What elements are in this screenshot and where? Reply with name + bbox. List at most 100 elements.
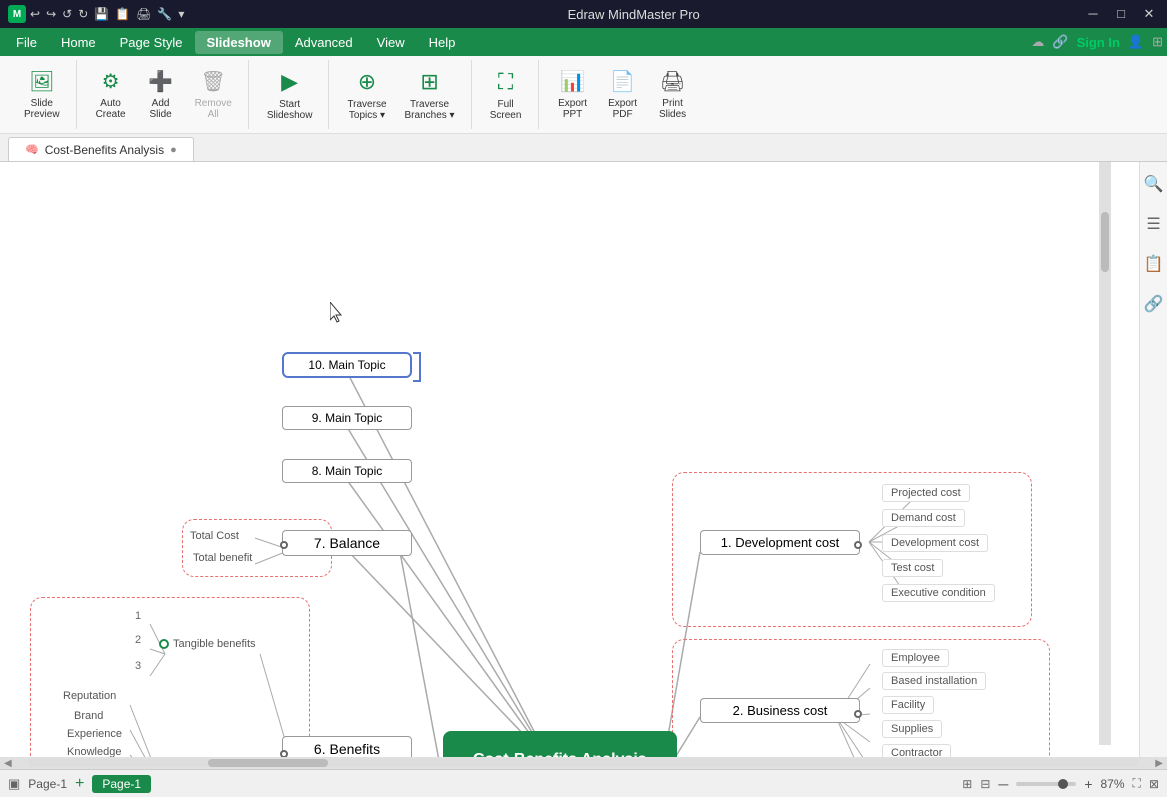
menu-view[interactable]: View <box>365 31 417 54</box>
settings-icon[interactable]: 🔧 <box>157 7 172 21</box>
benefits-left-connector <box>280 750 288 757</box>
scroll-right-button[interactable]: ▶ <box>1151 758 1167 769</box>
dropdown-icon[interactable]: ▾ <box>178 7 184 21</box>
forward-icon[interactable]: ↻ <box>78 7 88 21</box>
business-cost-node[interactable]: 2. Business cost <box>700 698 860 723</box>
central-node[interactable]: Cost-Benefits Analysis <box>443 731 677 757</box>
dev-cost-right-connector <box>854 541 862 549</box>
app-logo: M <box>8 5 26 23</box>
reputation-label: Reputation <box>63 690 116 702</box>
menu-page-style[interactable]: Page Style <box>108 31 195 54</box>
zoom-out-button[interactable]: ─ <box>998 776 1008 792</box>
undo-icon[interactable]: ↩ <box>30 7 40 21</box>
zoom-thumb[interactable] <box>1058 779 1068 789</box>
save-icon[interactable]: 💾 <box>94 7 109 21</box>
tab-bar: 🧠 Cost-Benefits Analysis ● <box>0 134 1167 162</box>
redo-icon[interactable]: ↪ <box>46 7 56 21</box>
user-icon[interactable]: 👤 <box>1128 34 1144 50</box>
vertical-scroll-thumb[interactable] <box>1101 212 1109 272</box>
document-tab[interactable]: 🧠 Cost-Benefits Analysis ● <box>8 137 194 161</box>
add-slide-icon: ➕ <box>148 69 173 94</box>
based-installation-label: Based installation <box>882 672 986 690</box>
fit-width-icon[interactable]: ⊟ <box>980 777 990 791</box>
share-icon[interactable]: 🔗 <box>1052 34 1068 50</box>
benefits-node[interactable]: 6. Benefits <box>282 736 412 757</box>
print-slides-label: PrintSlides <box>659 98 686 120</box>
cursor <box>330 302 346 327</box>
start-slideshow-label: StartSlideshow <box>267 99 313 121</box>
close-button[interactable]: ✕ <box>1139 6 1159 22</box>
link-icon[interactable]: 🔗 <box>1140 290 1167 318</box>
cloud-icon[interactable]: ☁ <box>1031 34 1044 50</box>
clipboard-icon[interactable]: 📋 <box>1140 250 1167 278</box>
add-slide-button[interactable]: ➕ AddSlide <box>137 62 185 128</box>
h-scroll-track[interactable] <box>28 759 1140 767</box>
print-slides-button[interactable]: 🖨 PrintSlides <box>649 62 697 128</box>
minimize-button[interactable]: ─ <box>1083 6 1103 22</box>
tab-icon: 🧠 <box>25 143 39 156</box>
menu-advanced[interactable]: Advanced <box>283 31 365 54</box>
fit-screen-icon[interactable]: ⛶ <box>1133 776 1141 791</box>
bottom-bar-right: ⊞ ⊟ ─ + 87% ⛶ ⊠ <box>962 776 1159 792</box>
full-screen-label: FullScreen <box>490 99 522 121</box>
traverse-topics-icon: ⊕ <box>358 69 376 95</box>
traverse-branches-button[interactable]: ⊞ TraverseBranches ▾ <box>397 62 463 128</box>
tab-label: Cost-Benefits Analysis <box>45 143 164 157</box>
main-topic-10-label: 10. Main Topic <box>308 358 385 372</box>
zoom-in-button[interactable]: + <box>1084 776 1092 792</box>
export-pdf-label: ExportPDF <box>608 98 637 120</box>
zoom-slider[interactable] <box>1016 782 1076 786</box>
slide-preview-button[interactable]: 🖼 SlidePreview <box>16 62 68 128</box>
add-page-button[interactable]: + <box>75 775 84 793</box>
ribbon-group-traverse: ⊕ TraverseTopics ▾ ⊞ TraverseBranches ▾ <box>331 60 471 129</box>
fullscreen-icon[interactable]: ⊠ <box>1149 777 1159 791</box>
facility-label: Facility <box>882 696 934 714</box>
title-bar: M ↩ ↪ ↺ ↻ 💾 📋 🖨 🔧 ▾ Edraw MindMaster Pro… <box>0 0 1167 28</box>
full-screen-button[interactable]: ⛶ FullScreen <box>482 62 530 128</box>
sign-in-button[interactable]: Sign In <box>1077 35 1120 50</box>
active-page-tab[interactable]: Page-1 <box>92 775 151 793</box>
layout-icon[interactable]: ⊞ <box>1152 34 1163 50</box>
fit-page-icon[interactable]: ⊞ <box>962 777 972 791</box>
tangible-benefits-node[interactable]: Tangible benefits <box>159 638 256 650</box>
menu-home[interactable]: Home <box>49 31 108 54</box>
remove-all-icon: 🗑 <box>201 69 226 94</box>
refresh-icon[interactable]: ↺ <box>62 7 72 21</box>
vertical-scrollbar[interactable] <box>1099 162 1111 745</box>
outline-icon[interactable]: ☰ <box>1142 210 1164 238</box>
main-topic-9-node[interactable]: 9. Main Topic <box>282 406 412 430</box>
scroll-left-button[interactable]: ◀ <box>0 758 16 769</box>
zoom-icon[interactable]: 🔍 <box>1140 170 1167 198</box>
export-pdf-button[interactable]: 📄 ExportPDF <box>599 62 647 128</box>
zoom-level: 87% <box>1101 777 1125 791</box>
balance-node[interactable]: 7. Balance <box>282 530 412 556</box>
start-slideshow-button[interactable]: ▶ StartSlideshow <box>259 62 321 128</box>
copy-icon[interactable]: 📋 <box>115 7 130 21</box>
panel-toggle-icon[interactable]: ▣ <box>8 776 20 792</box>
export-ppt-button[interactable]: 📊 ExportPPT <box>549 62 597 128</box>
right-sidebar: 🔍 ☰ 📋 🔗 <box>1139 162 1167 757</box>
test-cost-label: Test cost <box>882 559 943 577</box>
main-topic-8-node[interactable]: 8. Main Topic <box>282 459 412 483</box>
h-scroll-thumb[interactable] <box>208 759 328 767</box>
horizontal-scrollbar[interactable]: ◀ ▶ <box>0 757 1167 769</box>
canvas[interactable]: Cost-Benefits Analysis 10. Main Topic 9.… <box>0 162 1139 757</box>
traverse-topics-button[interactable]: ⊕ TraverseTopics ▾ <box>339 62 394 128</box>
auto-create-button[interactable]: ⚙ AutoCreate <box>87 62 135 128</box>
tangible-num-1: 1 <box>135 610 141 622</box>
tab-close-button[interactable]: ● <box>170 144 177 156</box>
benefits-label: 6. Benefits <box>314 741 380 757</box>
business-cost-label: 2. Business cost <box>733 703 828 718</box>
print-slides-icon: 🖨 <box>660 69 685 94</box>
remove-all-button[interactable]: 🗑 RemoveAll <box>187 62 240 128</box>
menu-help[interactable]: Help <box>417 31 468 54</box>
print-icon[interactable]: 🖨 <box>136 7 151 21</box>
page-indicator: Page-1 <box>28 777 67 791</box>
menu-slideshow[interactable]: Slideshow <box>195 31 283 54</box>
total-benefit-label: Total benefit <box>193 552 252 564</box>
dev-cost-label: 1. Development cost <box>721 535 840 550</box>
dev-cost-node[interactable]: 1. Development cost <box>700 530 860 555</box>
main-topic-10-node[interactable]: 10. Main Topic <box>282 352 412 378</box>
maximize-button[interactable]: □ <box>1111 6 1131 22</box>
menu-file[interactable]: File <box>4 31 49 54</box>
